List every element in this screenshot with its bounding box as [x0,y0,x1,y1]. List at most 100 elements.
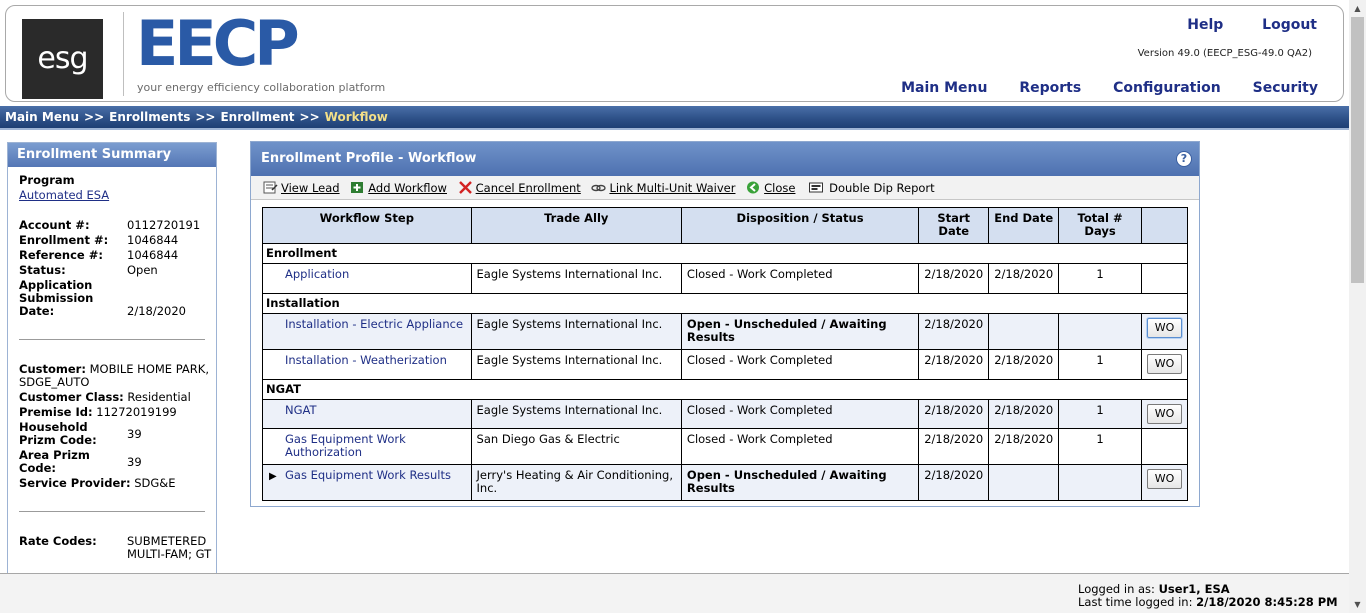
status-value: Open [127,263,158,277]
customer-label: Customer: [19,362,86,376]
help-icon[interactable]: ? [1176,151,1192,167]
end-date-cell [988,313,1060,350]
col-disposition-status: Disposition / Status [680,207,920,244]
group-label: NGAT [262,379,1188,400]
brand-tagline: your energy efficiency collaboration pla… [137,81,386,94]
breadcrumb-enrollments[interactable]: Enrollments [109,110,190,124]
nav-security[interactable]: Security [1253,80,1318,96]
customer-value-2: SDGE_AUTO [19,375,90,389]
start-date-cell: 2/18/2020 [918,428,990,465]
table-row: NGAT Eagle Systems International Inc. Cl… [262,399,1189,429]
logout-link[interactable]: Logout [1262,17,1317,33]
view-lead-label: View Lead [281,181,340,195]
workflow-panel: Enrollment Profile - Workflow ? View Lea… [250,141,1200,507]
link-chain-icon [591,184,607,192]
add-workflow-icon [351,182,364,193]
help-link[interactable]: Help [1187,17,1223,33]
action-cell [1140,263,1189,294]
customer-class-value: Residential [127,390,191,404]
step-link[interactable]: NGAT [285,403,317,417]
enrollment-number-label: Enrollment #: [19,233,109,247]
breadcrumb: Main Menu >> Enrollments >> Enrollment >> Work… [0,106,1349,130]
nav-reports[interactable]: Reports [1019,80,1081,96]
rate-codes-label: Rate Codes: [19,534,97,548]
total-days-cell [1058,313,1142,350]
login-info: Logged in as: User1, ESA Last time logge… [1078,583,1338,609]
add-workflow-button[interactable]: Add Workflow [350,176,447,200]
close-button[interactable]: Close [746,176,795,200]
wo-button[interactable]: WO [1146,404,1182,424]
group-row-ngat: NGAT [262,379,1188,400]
wo-button[interactable]: WO [1146,354,1182,374]
enrollment-summary-title: Enrollment Summary [8,143,216,167]
submission-label-3: Date: [19,304,55,318]
reference-value: 1046844 [127,248,179,262]
step-link[interactable]: Gas Equipment Work Results [285,468,451,482]
service-provider-label: Service Provider: [19,476,131,490]
wo-button[interactable]: WO [1146,318,1182,338]
customer-class-label: Customer Class: [19,390,124,404]
start-date-cell: 2/18/2020 [918,464,990,501]
action-cell: WO [1140,313,1189,350]
wo-button[interactable]: WO [1146,469,1182,489]
end-date-cell: 2/18/2020 [988,263,1060,294]
view-lead-button[interactable]: View Lead [263,176,340,200]
col-total-days: Total # Days [1058,207,1142,244]
customer-value-1: MOBILE HOME PARK, [89,362,209,376]
status-cell: Closed - Work Completed [680,349,920,380]
link-waiver-button[interactable]: Link Multi-Unit Waiver [591,176,735,200]
enrollment-summary-panel: Enrollment Summary Program Automated ESA… [7,142,217,574]
step-link[interactable]: Installation - Electric Appliance [285,317,463,331]
step-link[interactable]: Installation - Weatherization [285,353,447,367]
reference-label: Reference #: [19,248,103,262]
trade-ally-cell: Eagle Systems International Inc. [470,349,682,380]
logged-in-user: User1, ESA [1158,582,1230,596]
vertical-scrollbar[interactable]: ▲ ▼ [1349,0,1366,613]
trade-ally-cell: San Diego Gas & Electric [470,428,682,465]
area-prizm-label-1: Area Prizm [19,448,90,462]
col-start-date: Start Date [918,207,990,244]
household-prizm-value: 39 [127,427,142,441]
group-row-enrollment: Enrollment [262,243,1188,264]
scroll-down-arrow-icon[interactable]: ▼ [1349,596,1366,613]
nav-main-menu[interactable]: Main Menu [901,80,987,96]
step-link[interactable]: Gas Equipment Work Authorization [285,432,406,459]
breadcrumb-main-menu[interactable]: Main Menu [5,110,79,124]
status-label: Status: [19,263,66,277]
esg-logo-text: esg [37,41,88,76]
status-cell: Closed - Work Completed [680,263,920,294]
step-link[interactable]: Application [285,267,349,281]
account-value: 0112720191 [127,218,201,232]
status-cell: Closed - Work Completed [680,428,920,465]
nav-configuration[interactable]: Configuration [1113,80,1221,96]
summary-divider [19,511,205,512]
action-cell: WO [1140,399,1189,429]
logged-in-label: Logged in as: [1078,582,1155,596]
start-date-cell: 2/18/2020 [918,263,990,294]
household-label-2: Prizm Code: [19,433,97,447]
area-prizm-label-2: Code: [19,461,56,475]
account-label: Account #: [19,218,90,232]
program-link[interactable]: Automated ESA [19,188,109,202]
service-provider-value: SDG&E [134,476,176,490]
total-days-cell: 1 [1058,399,1142,429]
table-row: Application Eagle Systems International … [262,263,1189,294]
premise-id-label: Premise Id: [19,405,93,419]
workflow-panel-header: Enrollment Profile - Workflow ? [251,142,1199,176]
status-cell: Open - Unscheduled / Awaiting Results [680,313,920,350]
double-dip-report-label: Double Dip Report [829,181,935,195]
summary-divider [19,339,205,340]
cancel-enrollment-button[interactable]: Cancel Enrollment [458,176,581,200]
breadcrumb-enrollment[interactable]: Enrollment [220,110,294,124]
workflow-panel-title: Enrollment Profile - Workflow [261,151,477,166]
group-row-installation: Installation [262,293,1188,314]
end-date-cell: 2/18/2020 [988,349,1060,380]
end-date-cell: 2/18/2020 [988,428,1060,465]
scroll-up-arrow-icon[interactable]: ▲ [1349,0,1366,17]
table-row: Installation - Weatherization Eagle Syst… [262,349,1189,380]
main-nav: Main Menu Reports Configuration Security [874,80,1318,96]
double-dip-report-button[interactable]: Double Dip Report [806,176,935,200]
action-cell [1140,428,1189,465]
table-row: Installation - Electric Appliance Eagle … [262,313,1189,350]
scroll-thumb[interactable] [1351,17,1364,283]
